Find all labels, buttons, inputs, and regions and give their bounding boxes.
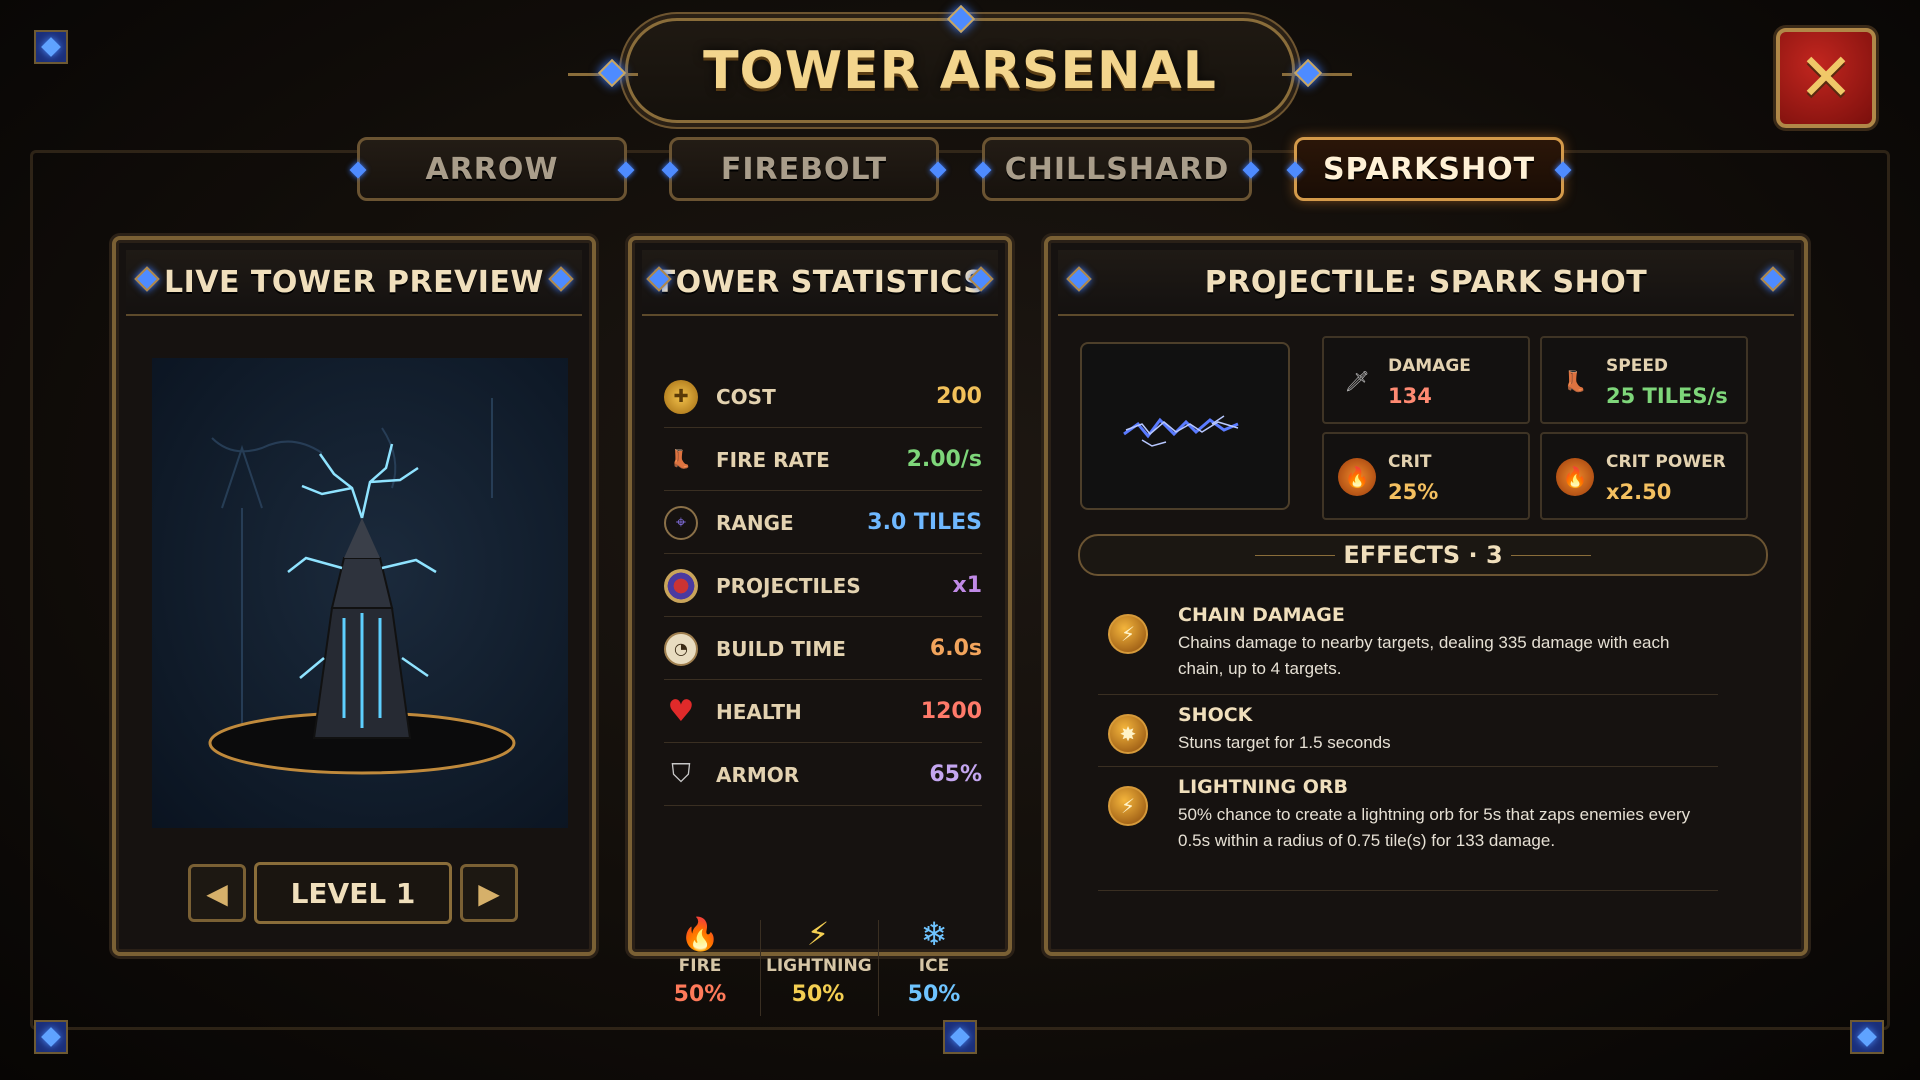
chain-lightning-icon: ⚡ (1108, 614, 1148, 654)
effect-shock: ✸ SHOCK Stuns target for 1.5 seconds (1108, 704, 1758, 756)
corner-gem-icon (34, 30, 68, 64)
panel-header: PROJECTILE: SPARK SHOT (1058, 250, 1794, 316)
spark-bolt-icon (1123, 415, 1239, 447)
corner-gem-icon (943, 1020, 977, 1054)
tower-statistics-panel: TOWER STATISTICS ✚ COST 200 👢 FIRE RATE … (628, 236, 1012, 1016)
title-banner: TOWER ARSENAL (568, 4, 1352, 123)
element-ice: ❄ ICE 50% (882, 914, 986, 1014)
page-title: TOWER ARSENAL (703, 40, 1217, 101)
boot-icon: 👢 (669, 449, 693, 470)
effects-header: EFFECTS · 3 (1078, 534, 1768, 576)
panel-header: LIVE TOWER PREVIEW (126, 250, 582, 316)
boot-icon: 👢 (1562, 369, 1588, 393)
tab-chillshard[interactable]: CHILLSHARD (974, 137, 1260, 201)
panel-header: TOWER STATISTICS (642, 250, 998, 316)
level-label: LEVEL 1 (254, 862, 452, 924)
projectile-stat-crit: 🔥 CRIT 25% (1322, 432, 1530, 520)
lightning-tower-icon (208, 398, 516, 775)
panel-title: LIVE TOWER PREVIEW (163, 264, 545, 300)
stat-row-build-time: ◔ BUILD TIME 6.0s (664, 618, 982, 680)
projectile-stat-speed: 👢 SPEED 25 TILES/s (1540, 336, 1748, 424)
level-prev-button[interactable]: ◀ (188, 864, 246, 922)
heart-icon: ♥ (667, 694, 695, 729)
stat-row-cost: ✚ COST 200 (664, 366, 982, 428)
stat-row-range: ⌖ RANGE 3.0 TILES (664, 492, 982, 554)
level-selector: ◀ LEVEL 1 ▶ (188, 862, 518, 924)
element-lightning: ⚡ LIGHTNING 50% (766, 915, 872, 1007)
crit-icon: 🔥 (1338, 458, 1376, 496)
stat-row-armor: ⛉ ARMOR 65% (664, 744, 982, 806)
stopwatch-icon: ◔ (664, 631, 698, 666)
stat-row-projectiles: PROJECTILES x1 (664, 555, 982, 617)
arrow-right-icon: ▶ (478, 876, 500, 910)
tab-sparkshot[interactable]: SPARKSHOT (1286, 137, 1572, 201)
stat-row-health: ♥ HEALTH 1200 (664, 681, 982, 743)
panel-title: PROJECTILE: SPARK SHOT (1204, 264, 1648, 300)
projectile-preview (1080, 342, 1290, 510)
shock-icon: ✸ (1108, 714, 1148, 754)
gem-icon (1066, 266, 1092, 292)
projectile-stat-crit-power: 🔥 CRIT POWER x2.50 (1540, 432, 1748, 520)
stat-row-fire-rate: 👢 FIRE RATE 2.00/s (664, 429, 982, 491)
gem-icon (1760, 266, 1786, 292)
gem-icon (548, 266, 574, 292)
fire-icon: 🔥 (680, 915, 720, 953)
projectile-panel: PROJECTILE: SPARK SHOT 🗡 DAMAGE 134 👢 SP… (1044, 236, 1808, 956)
target-icon (664, 568, 698, 603)
corner-gem-icon (34, 1020, 68, 1054)
close-icon: ✕ (1798, 39, 1854, 116)
element-fire: 🔥 FIRE 50% (648, 914, 752, 1014)
panel-title: TOWER STATISTICS (654, 264, 986, 300)
tower-preview-viewport[interactable] (152, 358, 568, 828)
snowflake-icon: ❄ (920, 915, 948, 953)
gem-icon (134, 266, 160, 292)
close-button[interactable]: ✕ (1776, 28, 1876, 128)
coin-icon: ✚ (664, 379, 698, 414)
tab-arrow[interactable]: ARROW (349, 137, 635, 201)
shield-icon: ⛉ (671, 759, 691, 789)
lightning-icon: ⚡ (806, 915, 830, 953)
corner-gem-icon (1850, 1020, 1884, 1054)
effect-lightning-orb: ⚡ LIGHTNING ORB 50% chance to create a l… (1108, 776, 1758, 850)
tower-preview-panel: LIVE TOWER PREVIEW ◀ LEVEL 1 ▶ (112, 236, 596, 956)
arrow-left-icon: ◀ (206, 876, 228, 910)
crosshair-icon: ⌖ (664, 505, 698, 540)
tab-firebolt[interactable]: FIREBOLT (661, 137, 947, 201)
crit-power-icon: 🔥 (1556, 458, 1594, 496)
lightning-orb-icon: ⚡ (1108, 786, 1148, 826)
sword-icon: 🗡 (1344, 369, 1370, 393)
level-next-button[interactable]: ▶ (460, 864, 518, 922)
effect-chain-damage: ⚡ CHAIN DAMAGE Chains damage to nearby t… (1108, 604, 1758, 678)
projectile-stat-damage: 🗡 DAMAGE 134 (1322, 336, 1530, 424)
